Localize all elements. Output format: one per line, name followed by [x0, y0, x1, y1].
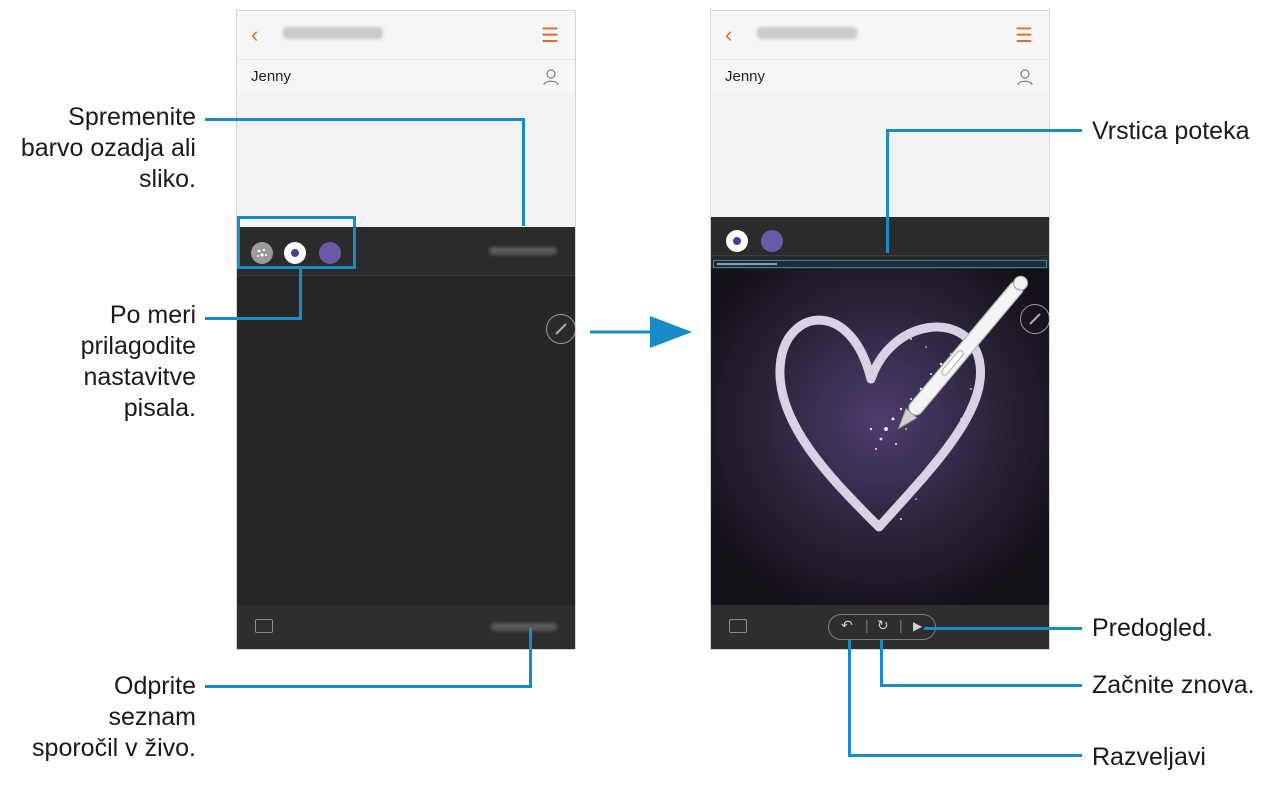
- recipient-row[interactable]: Jenny: [237, 59, 575, 95]
- callout-pen-settings: Po meri prilagodite nastavitve pisala.: [0, 300, 196, 424]
- divider: |: [865, 617, 869, 633]
- divider: |: [899, 617, 903, 633]
- header-title-blurred: [283, 27, 383, 39]
- phone-screen-left: ‹ ☰ Jenny: [236, 10, 576, 650]
- callout-preview: Predogled.: [1092, 614, 1213, 642]
- recipient-name: Jenny: [725, 68, 766, 85]
- callout-list-line1: Odprite: [114, 672, 196, 700]
- leader-background-h: [205, 118, 525, 121]
- restart-icon[interactable]: ↻: [877, 617, 889, 634]
- leader-pen-v: [299, 268, 302, 320]
- leader-preview-h: [924, 627, 1082, 630]
- keyboard-icon[interactable]: [729, 619, 747, 633]
- leader-undo-v: [848, 640, 851, 757]
- bottom-bar: [237, 605, 575, 649]
- highlight-pen-settings: [237, 216, 356, 269]
- callout-restart: Začnite znova.: [1092, 671, 1255, 699]
- callout-undo: Razveljavi: [1092, 743, 1206, 771]
- callout-background-line2: barvo ozadja ali: [20, 134, 196, 162]
- callout-pen-line4: pisala.: [123, 394, 196, 422]
- callout-progress-bar: Vrstica poteka: [1092, 117, 1250, 145]
- collection-label-blurred[interactable]: [491, 623, 557, 631]
- drawing-canvas[interactable]: [237, 276, 575, 605]
- playback-controls: ↶ | ↻ | ▶: [828, 614, 936, 640]
- callout-list-line3: sporočil v živo.: [32, 734, 196, 762]
- pen-type-button[interactable]: [726, 230, 748, 252]
- callout-pen-line1: Po meri: [109, 301, 196, 329]
- leader-list-h: [205, 685, 532, 688]
- person-icon[interactable]: [1017, 68, 1033, 86]
- leader-list-v: [529, 628, 532, 688]
- leader-undo-h: [848, 754, 1082, 757]
- chevron-left-icon[interactable]: ‹: [725, 22, 732, 48]
- callout-background-line1: Spremenite: [68, 103, 196, 131]
- menu-icon[interactable]: ☰: [1015, 23, 1033, 48]
- pen-icon[interactable]: [546, 314, 575, 344]
- progress-bar-fill: [717, 263, 777, 265]
- pen-color-button[interactable]: [761, 230, 783, 252]
- leader-restart-h: [880, 684, 1082, 687]
- recipient-row[interactable]: Jenny: [711, 59, 1049, 95]
- s-pen-stylus: [897, 275, 1029, 430]
- leader-progress-v: [886, 129, 889, 253]
- play-icon[interactable]: ▶: [913, 619, 922, 633]
- callout-pen-line2: prilagodite: [80, 332, 196, 360]
- keyboard-icon[interactable]: [255, 619, 273, 633]
- callout-pen-line3: nastavitve: [83, 363, 196, 391]
- arrow-right-icon: [590, 316, 692, 348]
- menu-icon[interactable]: ☰: [541, 23, 559, 48]
- callout-background: Spremenite barvo ozadja ali sliko.: [0, 102, 196, 195]
- message-area: [711, 93, 1049, 227]
- leader-pen-h: [205, 317, 302, 320]
- callout-background-line3: sliko.: [139, 165, 196, 193]
- app-header: ‹ ☰: [711, 11, 1049, 59]
- callout-open-list: Odprite seznam sporočil v živo.: [0, 671, 196, 764]
- leader-progress-h: [886, 129, 1082, 132]
- live-message-panel: [237, 227, 575, 649]
- person-icon[interactable]: [543, 68, 559, 86]
- header-title-blurred: [757, 27, 857, 39]
- app-header: ‹ ☰: [237, 11, 575, 59]
- recipient-name: Jenny: [251, 68, 292, 85]
- leader-restart-v: [880, 640, 883, 686]
- callout-list-line2: seznam: [108, 703, 196, 731]
- chevron-left-icon[interactable]: ‹: [251, 22, 258, 48]
- background-label-blurred[interactable]: [489, 247, 557, 255]
- undo-icon[interactable]: ↶: [841, 617, 853, 634]
- leader-background-v: [522, 118, 525, 226]
